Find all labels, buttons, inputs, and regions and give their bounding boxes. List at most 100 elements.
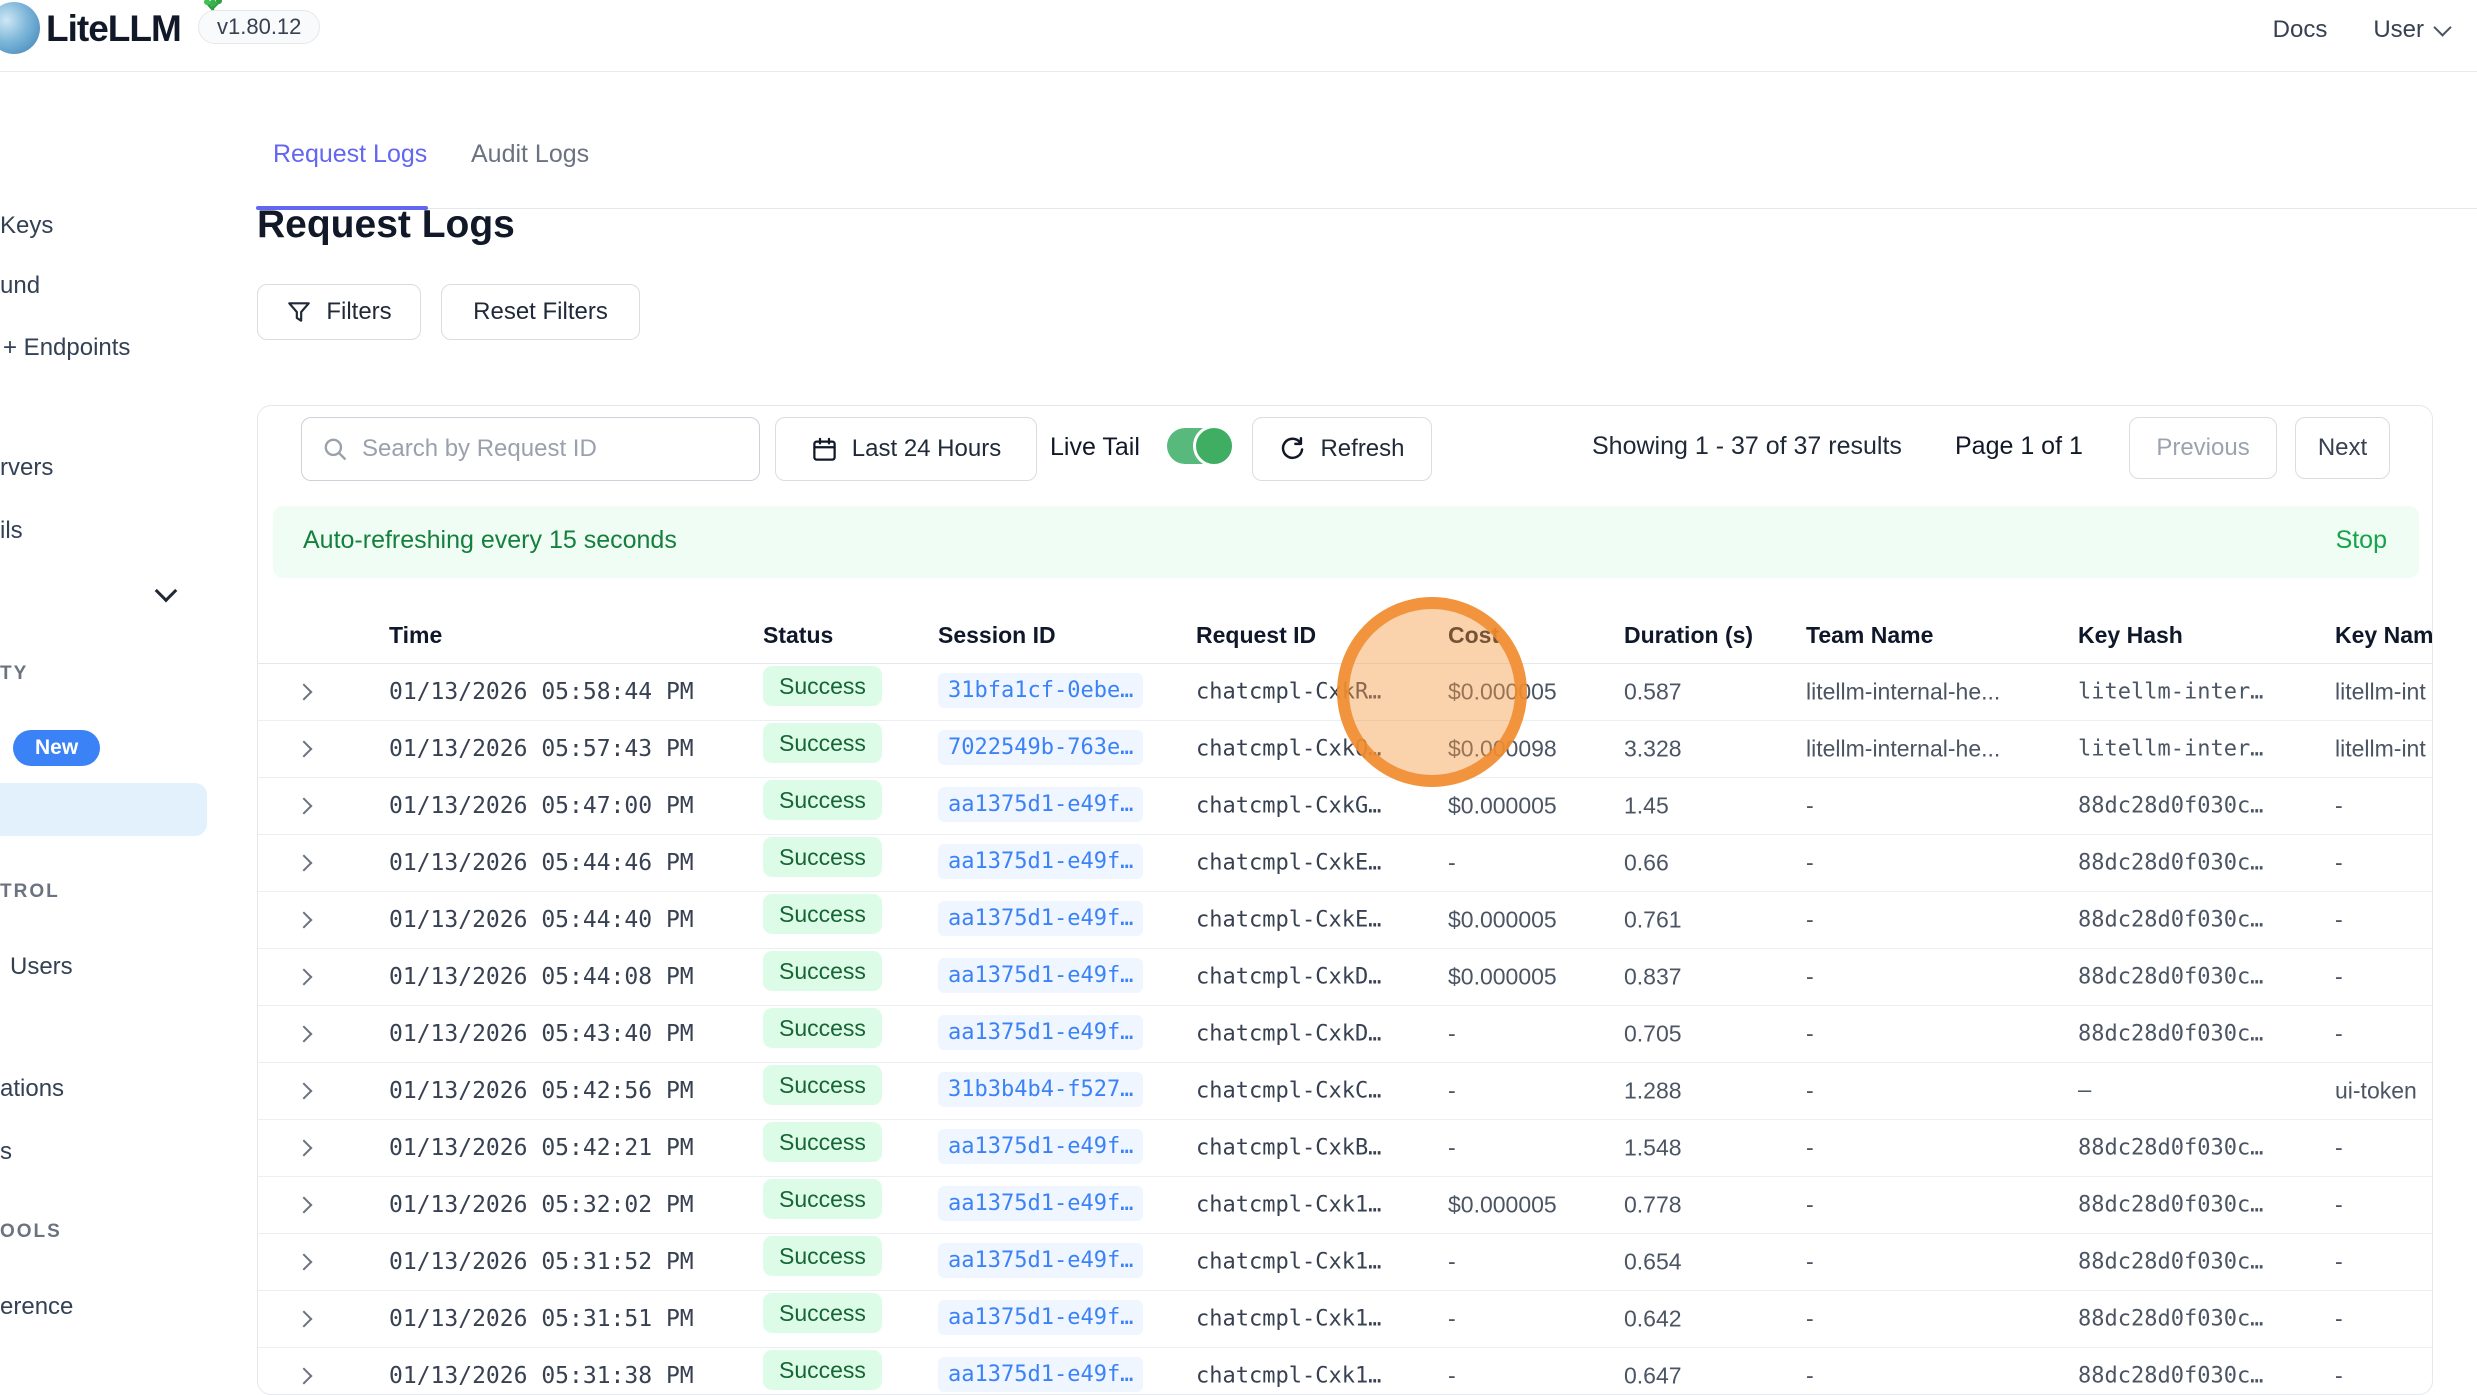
cell-key-name: - — [2335, 1192, 2343, 1219]
docs-link[interactable]: Docs — [2273, 16, 2328, 44]
cell-cost: - — [1448, 1078, 1456, 1105]
status-badge: Success — [763, 1236, 882, 1276]
cell-time: 01/13/2026 05:42:21 PM — [389, 1135, 694, 1161]
sidebar-item-playground[interactable]: und — [0, 272, 40, 300]
row-expand-chevron-icon[interactable] — [296, 684, 313, 701]
refresh-button[interactable]: Refresh — [1252, 417, 1432, 481]
cell-key-name: ui-token — [2335, 1078, 2417, 1105]
cell-request-id: chatcmpl-CxkE… — [1196, 908, 1381, 933]
filters-button-label: Filters — [326, 298, 391, 326]
sidebar-item-endpoints[interactable]: + Endpoints — [3, 334, 130, 362]
time-range-button[interactable]: Last 24 Hours — [775, 417, 1037, 481]
cell-time: 01/13/2026 05:57:43 PM — [389, 736, 694, 762]
tab-request-logs[interactable]: Request Logs — [273, 140, 427, 169]
table-row[interactable]: 01/13/2026 05:31:38 PM Success aa1375d1-… — [258, 1348, 2433, 1395]
sidebar-item-users[interactable]: Users — [10, 953, 73, 981]
user-menu[interactable]: User — [2373, 16, 2449, 44]
row-expand-chevron-icon[interactable] — [296, 798, 313, 815]
cell-request-id: chatcmpl-Cxk1… — [1196, 1193, 1381, 1218]
tab-audit-logs[interactable]: Audit Logs — [471, 140, 589, 169]
live-tail-toggle[interactable] — [1167, 428, 1233, 464]
row-expand-chevron-icon[interactable] — [296, 1197, 313, 1214]
table-row[interactable]: 01/13/2026 05:31:51 PM Success aa1375d1-… — [258, 1291, 2433, 1348]
time-range-label: Last 24 Hours — [852, 435, 1001, 463]
sidebar-item-guardrails[interactable]: ils — [0, 517, 23, 545]
cell-key-hash: 88dc28d0f030c… — [2078, 1307, 2263, 1332]
status-badge: Success — [763, 837, 882, 877]
row-expand-chevron-icon[interactable] — [296, 855, 313, 872]
chevron-down-icon — [2433, 18, 2451, 36]
session-id-link[interactable]: aa1375d1-e49f… — [938, 844, 1143, 879]
cell-time: 01/13/2026 05:43:40 PM — [389, 1021, 694, 1047]
sidebar-item-teams[interactable]: s — [0, 1138, 12, 1166]
table-row[interactable]: 01/13/2026 05:44:08 PM Success aa1375d1-… — [258, 949, 2433, 1006]
row-expand-chevron-icon[interactable] — [296, 1311, 313, 1328]
session-id-link[interactable]: aa1375d1-e49f… — [938, 1243, 1143, 1278]
table-row[interactable]: 01/13/2026 05:31:52 PM Success aa1375d1-… — [258, 1234, 2433, 1291]
sidebar-item-keys[interactable]: Keys — [0, 212, 53, 240]
funnel-icon — [286, 299, 312, 325]
session-id-link[interactable]: aa1375d1-e49f… — [938, 901, 1143, 936]
row-expand-chevron-icon[interactable] — [296, 1083, 313, 1100]
session-id-link[interactable]: aa1375d1-e49f… — [938, 958, 1143, 993]
cell-team-name: litellm-internal-he... — [1806, 736, 2000, 763]
row-expand-chevron-icon[interactable] — [296, 741, 313, 758]
cell-duration: 1.548 — [1624, 1135, 1682, 1162]
filters-button[interactable]: Filters — [257, 284, 421, 340]
session-id-link[interactable]: aa1375d1-e49f… — [938, 787, 1143, 822]
cell-key-hash: – — [2078, 1079, 2091, 1104]
next-page-button[interactable]: Next — [2295, 417, 2390, 479]
session-id-link[interactable]: aa1375d1-e49f… — [938, 1357, 1143, 1392]
sidebar-collapse-chevron-icon[interactable] — [155, 580, 178, 603]
page-title: Request Logs — [257, 203, 515, 247]
session-id-link[interactable]: aa1375d1-e49f… — [938, 1300, 1143, 1335]
cell-request-id: chatcmpl-CxkC… — [1196, 1079, 1381, 1104]
row-expand-chevron-icon[interactable] — [296, 1368, 313, 1385]
cell-request-id: chatcmpl-CxkD… — [1196, 965, 1381, 990]
cell-time: 01/13/2026 05:31:38 PM — [389, 1363, 694, 1389]
table-row[interactable]: 01/13/2026 05:32:02 PM Success aa1375d1-… — [258, 1177, 2433, 1234]
cell-key-name: - — [2335, 1306, 2343, 1333]
cell-key-name: - — [2335, 964, 2343, 991]
row-expand-chevron-icon[interactable] — [296, 1026, 313, 1043]
session-id-link[interactable]: 31b3b4b4-f527… — [938, 1072, 1143, 1107]
row-expand-chevron-icon[interactable] — [296, 1140, 313, 1157]
session-id-link[interactable]: 31bfa1cf-0ebe… — [938, 673, 1143, 708]
sidebar-item-inference[interactable]: erence — [0, 1293, 73, 1321]
stop-auto-refresh-button[interactable]: Stop — [2336, 526, 2387, 555]
cell-duration: 0.705 — [1624, 1021, 1682, 1048]
table-row[interactable]: 01/13/2026 05:42:56 PM Success 31b3b4b4-… — [258, 1063, 2433, 1120]
row-expand-chevron-icon[interactable] — [296, 912, 313, 929]
cell-cost: - — [1448, 1363, 1456, 1390]
sidebar-item-logs-selected[interactable] — [0, 783, 207, 836]
session-id-link[interactable]: aa1375d1-e49f… — [938, 1129, 1143, 1164]
sidebar-item-servers[interactable]: rvers — [0, 454, 53, 482]
row-expand-chevron-icon[interactable] — [296, 969, 313, 986]
cell-key-hash: 88dc28d0f030c… — [2078, 908, 2263, 933]
cell-team-name: - — [1806, 964, 1814, 991]
session-id-link[interactable]: aa1375d1-e49f… — [938, 1186, 1143, 1221]
table-row[interactable]: 01/13/2026 05:42:21 PM Success aa1375d1-… — [258, 1120, 2433, 1177]
cell-key-hash: 88dc28d0f030c… — [2078, 1136, 2263, 1161]
cell-request-id: chatcmpl-CxkB… — [1196, 1136, 1381, 1161]
row-expand-chevron-icon[interactable] — [296, 1254, 313, 1271]
cell-team-name: - — [1806, 1192, 1814, 1219]
table-row[interactable]: 01/13/2026 05:47:00 PM Success aa1375d1-… — [258, 778, 2433, 835]
session-id-link[interactable]: 7022549b-763e… — [938, 730, 1143, 765]
auto-refresh-text: Auto-refreshing every 15 seconds — [303, 526, 677, 555]
session-id-link[interactable]: aa1375d1-e49f… — [938, 1015, 1143, 1050]
sidebar-item-organizations[interactable]: ations — [0, 1075, 64, 1103]
version-badge: v1.80.12 — [198, 10, 320, 44]
table-row[interactable]: 01/13/2026 05:44:40 PM Success aa1375d1-… — [258, 892, 2433, 949]
table-row[interactable]: 01/13/2026 05:43:40 PM Success aa1375d1-… — [258, 1006, 2433, 1063]
previous-page-button[interactable]: Previous — [2129, 417, 2277, 479]
cell-cost: - — [1448, 850, 1456, 877]
search-box[interactable] — [301, 417, 760, 481]
cell-request-id: chatcmpl-Cxk1… — [1196, 1307, 1381, 1332]
table-row[interactable]: 01/13/2026 05:44:46 PM Success aa1375d1-… — [258, 835, 2433, 892]
live-tail-label: Live Tail — [1050, 433, 1140, 462]
search-input[interactable] — [348, 418, 759, 480]
reset-filters-button[interactable]: Reset Filters — [441, 284, 640, 340]
logs-card: Last 24 Hours Live Tail Refresh Showing … — [257, 405, 2433, 1395]
cell-duration: 1.288 — [1624, 1078, 1682, 1105]
